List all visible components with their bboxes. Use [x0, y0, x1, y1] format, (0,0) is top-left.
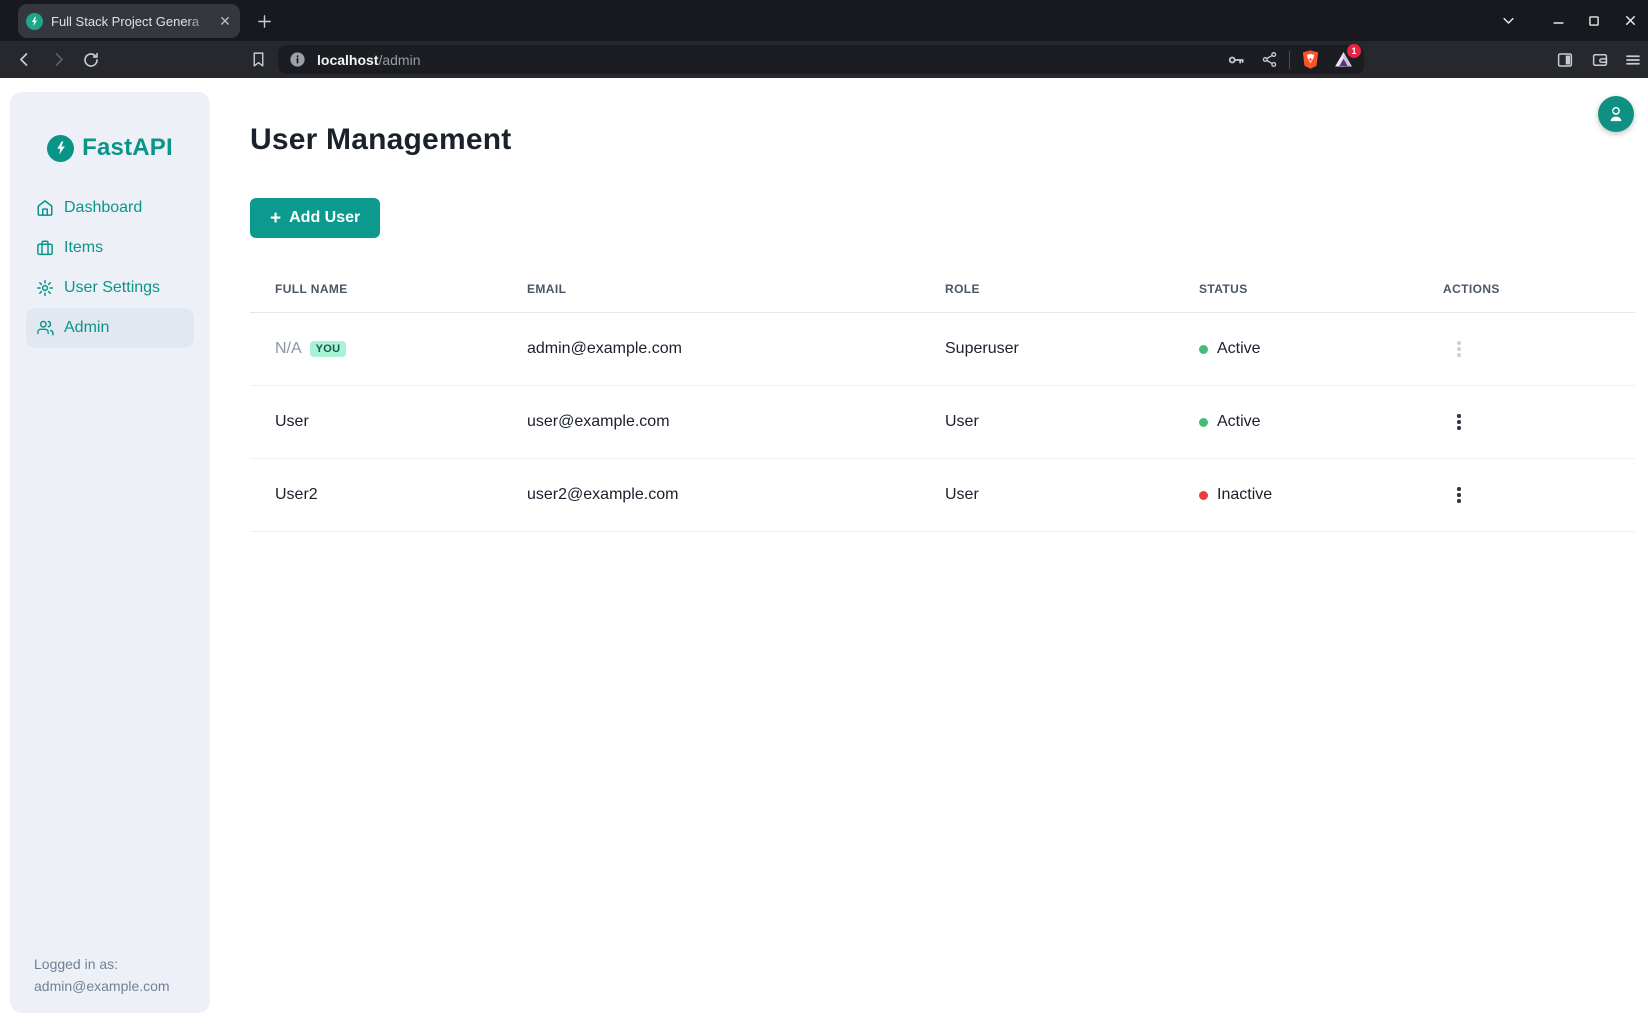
cell-full-name: User2 — [250, 486, 502, 504]
url-bar[interactable]: localhost/admin 1 — [278, 45, 1364, 74]
row-actions-menu-icon — [1443, 333, 1475, 365]
column-header-email: EMAIL — [502, 282, 920, 296]
column-header-full-name: FULL NAME — [250, 282, 502, 296]
wallet-icon[interactable] — [1587, 47, 1612, 72]
column-header-role: ROLE — [920, 282, 1174, 296]
logged-in-label: Logged in as: — [34, 953, 170, 975]
rewards-badge: 1 — [1347, 44, 1361, 58]
share-icon[interactable] — [1256, 48, 1282, 72]
sidebar-item-items[interactable]: Items — [26, 228, 194, 268]
home-icon — [36, 199, 54, 217]
fastapi-logo-text: FastAPI — [82, 134, 173, 162]
status-dot — [1199, 418, 1208, 427]
toolbar-divider — [1289, 51, 1290, 69]
row-actions-menu-icon[interactable] — [1443, 479, 1475, 511]
sidebar-item-label: User Settings — [64, 279, 160, 297]
sidebar-item-user-settings[interactable]: User Settings — [26, 268, 194, 308]
logged-in-email: admin@example.com — [34, 975, 170, 997]
new-tab-button[interactable] — [253, 10, 275, 32]
fastapi-logo-icon — [47, 135, 74, 162]
browser-toolbar: localhost/admin 1 — [0, 41, 1648, 78]
url-path: /admin — [378, 52, 420, 68]
window-close-icon[interactable] — [1620, 11, 1640, 31]
users-icon — [36, 319, 54, 337]
table-row: N/A YOU admin@example.com Superuser Acti… — [250, 313, 1635, 386]
sidebar-item-dashboard[interactable]: Dashboard — [26, 188, 194, 228]
cell-email: user@example.com — [502, 413, 920, 431]
cell-status: Active — [1174, 340, 1418, 358]
url-text: localhost/admin — [317, 52, 1223, 68]
cell-full-name: N/A — [275, 340, 302, 358]
status-text: Active — [1217, 340, 1261, 358]
url-host: localhost — [317, 52, 378, 68]
page-title: User Management — [250, 122, 1635, 158]
browser-titlebar: Full Stack Project Genera ✕ — [0, 0, 1648, 41]
cell-email: admin@example.com — [502, 340, 920, 358]
add-user-label: Add User — [289, 209, 360, 227]
app-content: FastAPI Dashboard Items User Settings Ad… — [0, 78, 1648, 1025]
status-text: Inactive — [1217, 486, 1272, 504]
logged-in-info: Logged in as: admin@example.com — [34, 953, 170, 997]
tab-title: Full Stack Project Genera — [51, 14, 216, 29]
cell-role: Superuser — [920, 340, 1174, 358]
reload-icon[interactable] — [78, 47, 103, 72]
browser-tab[interactable]: Full Stack Project Genera ✕ — [18, 4, 240, 38]
sidebar: FastAPI Dashboard Items User Settings Ad… — [10, 92, 210, 1013]
plus-icon: + — [270, 209, 281, 228]
table-row: User user@example.com User Active — [250, 386, 1635, 459]
window-minimize-icon[interactable] — [1548, 11, 1568, 31]
password-key-icon[interactable] — [1223, 48, 1249, 72]
users-table: FULL NAME EMAIL ROLE STATUS ACTIONS N/A … — [250, 266, 1635, 532]
fastapi-favicon-icon — [26, 13, 43, 30]
cell-full-name: User — [250, 413, 502, 431]
bookmark-icon[interactable] — [246, 47, 271, 72]
row-actions-menu-icon[interactable] — [1443, 406, 1475, 438]
sidebar-item-label: Admin — [64, 319, 109, 337]
sidebar-item-label: Dashboard — [64, 199, 142, 217]
gear-icon — [36, 279, 54, 297]
forward-icon[interactable] — [46, 47, 71, 72]
you-badge: YOU — [310, 341, 347, 357]
cell-role: User — [920, 413, 1174, 431]
sidebar-nav: Dashboard Items User Settings Admin — [10, 188, 210, 348]
status-dot — [1199, 345, 1208, 354]
table-header-row: FULL NAME EMAIL ROLE STATUS ACTIONS — [250, 266, 1635, 313]
tab-search-chevron-icon[interactable] — [1498, 11, 1518, 31]
column-header-status: STATUS — [1174, 282, 1418, 296]
status-text: Active — [1217, 413, 1261, 431]
briefcase-icon — [36, 239, 54, 257]
sidebar-item-admin[interactable]: Admin — [26, 308, 194, 348]
brave-shield-icon[interactable] — [1297, 48, 1323, 72]
fastapi-logo: FastAPI — [10, 134, 210, 162]
back-icon[interactable] — [12, 47, 37, 72]
main-panel: User Management + Add User FULL NAME EMA… — [250, 78, 1635, 532]
window-maximize-icon[interactable] — [1584, 11, 1604, 31]
add-user-button[interactable]: + Add User — [250, 198, 380, 238]
cell-status: Active — [1174, 413, 1418, 431]
cell-role: User — [920, 486, 1174, 504]
sidebar-item-label: Items — [64, 239, 103, 257]
sidebar-panel-icon[interactable] — [1552, 47, 1577, 72]
cell-status: Inactive — [1174, 486, 1418, 504]
menu-hamburger-icon[interactable] — [1620, 47, 1645, 72]
table-row: User2 user2@example.com User Inactive — [250, 459, 1635, 532]
site-info-icon[interactable] — [288, 50, 307, 69]
tab-close-icon[interactable]: ✕ — [216, 12, 234, 30]
status-dot — [1199, 491, 1208, 500]
cell-email: user2@example.com — [502, 486, 920, 504]
column-header-actions: ACTIONS — [1418, 282, 1635, 296]
